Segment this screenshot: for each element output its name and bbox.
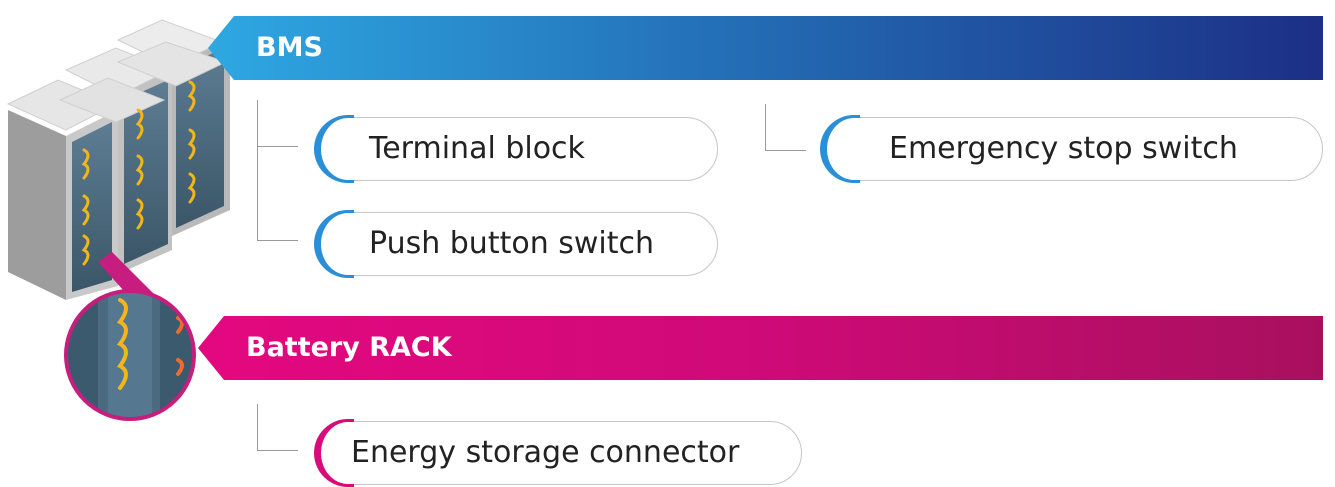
battery-rack-banner: Battery RACK bbox=[198, 316, 1323, 380]
battery-rack-label: Battery RACK bbox=[246, 332, 452, 363]
accent-arc bbox=[820, 115, 860, 183]
bms-label: BMS bbox=[256, 32, 323, 63]
connector-line bbox=[257, 144, 298, 241]
terminal-block-label: Terminal block bbox=[369, 131, 585, 166]
energy-storage-connector-label: Energy storage connector bbox=[351, 435, 740, 470]
accent-arc bbox=[314, 210, 354, 278]
accent-arc bbox=[314, 115, 354, 183]
energy-storage-connector-item: Energy storage connector bbox=[314, 419, 802, 487]
connector-line bbox=[257, 404, 298, 451]
emergency-stop-switch-item: Emergency stop switch bbox=[820, 115, 1323, 183]
push-button-switch-item: Push button switch bbox=[314, 210, 718, 278]
connector-line bbox=[765, 104, 806, 151]
push-button-switch-label: Push button switch bbox=[369, 226, 655, 261]
battery-rack-cabinets-icon bbox=[6, 19, 230, 421]
connector-line bbox=[257, 100, 298, 147]
accent-arc bbox=[314, 419, 354, 487]
emergency-stop-switch-label: Emergency stop switch bbox=[889, 131, 1238, 166]
terminal-block-item: Terminal block bbox=[314, 115, 718, 183]
bms-banner: BMS bbox=[208, 16, 1323, 80]
